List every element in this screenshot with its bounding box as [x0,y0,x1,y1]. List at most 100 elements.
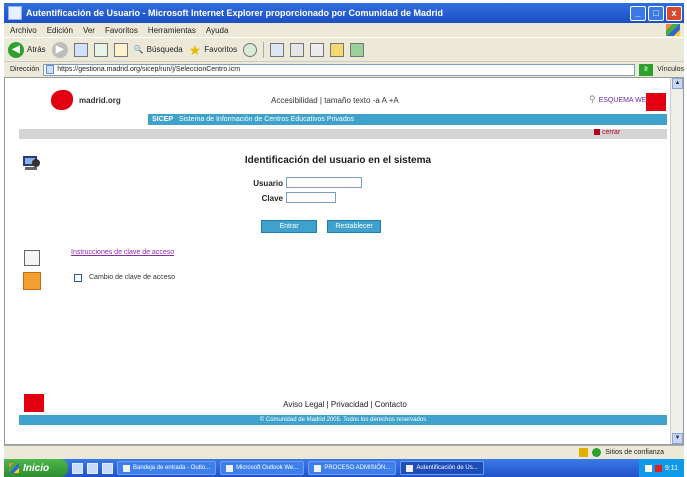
task-label: Microsoft Outlook We... [236,465,299,471]
quicklaunch-desktop-icon[interactable] [87,462,98,474]
user-label: Usuario [253,179,283,188]
menu-herramientas[interactable]: Herramientas [148,26,196,35]
task-outlook-web[interactable]: Microsoft Outlook We... [220,461,305,475]
change-password-checkbox[interactable] [74,274,82,282]
scroll-down-icon[interactable]: ▼ [672,433,683,444]
task-proceso[interactable]: PROCESO ADMISIÓN... [308,461,397,475]
user-input[interactable] [286,177,362,188]
window-title-bar: Autentificación de Usuario - Microsoft I… [4,3,684,23]
url-text: https://gestiona.madrid.org/sicep/run/j/… [57,66,241,73]
task-autentificacion[interactable]: Autentificación de Us... [400,461,484,475]
instructions-icon [24,250,40,266]
start-button[interactable]: Inicio [4,459,68,477]
refresh-icon[interactable] [93,42,108,57]
close-button[interactable]: x [666,5,682,21]
ie-icon [226,464,234,472]
address-bar: Dirección https://gestiona.madrid.org/si… [4,61,684,77]
app-banner: SICEP Sistema de Información de Centros … [148,114,667,125]
footer-links[interactable]: Aviso Legal | Privacidad | Contacto [5,400,685,409]
stop-icon[interactable] [73,42,88,57]
favorites-button[interactable]: ★ Favoritos [189,43,237,57]
enter-button[interactable]: Entrar [261,220,317,233]
task-label: Autentificación de Us... [416,465,478,471]
favorites-label: Favoritos [204,45,238,54]
start-label: Inicio [23,462,50,474]
zone-label: Sitios de confianza [605,449,664,456]
toolbar-separator [263,41,265,58]
go-button[interactable]: Ir [639,63,654,76]
links-label[interactable]: Vínculos [657,66,684,73]
menu-favoritos[interactable]: Favoritos [105,26,138,35]
banner-text: Sistema de Información de Centros Educat… [179,116,355,123]
nav-strip [19,129,667,139]
taskbar: Inicio Bandeja de entrada - Outlo... Mic… [4,459,684,477]
back-label: Atrás [27,45,46,54]
person-icon: ⚲ [589,94,596,104]
task-outlook-inbox[interactable]: Bandeja de entrada - Outlo... [117,461,217,475]
mail-icon[interactable] [270,42,285,57]
home-icon[interactable] [113,42,128,57]
print-icon[interactable] [290,42,305,57]
messenger-icon[interactable] [350,42,365,57]
close-link[interactable]: cerrar [594,129,620,136]
password-input[interactable] [286,192,336,203]
instructions-link[interactable]: Instrucciones de clave de acceso [71,249,174,256]
accessibility-links[interactable]: Accesibilidad | tamaño texto -a A +A [271,96,399,105]
comunidad-logo-icon [646,93,666,111]
menu-edicion[interactable]: Edición [47,26,73,35]
change-password-label[interactable]: Cambio de clave de acceso [89,274,175,281]
tray-icon[interactable] [654,464,662,472]
quicklaunch-outlook-icon[interactable] [102,462,113,474]
menu-ayuda[interactable]: Ayuda [206,26,229,35]
history-icon[interactable] [243,42,258,57]
close-link-label: cerrar [602,129,621,136]
system-tray: 9:11 [638,459,684,477]
menu-ver[interactable]: Ver [83,26,95,35]
menu-bar: Archivo Edición Ver Favoritos Herramient… [4,23,684,37]
quicklaunch-ie-icon[interactable] [72,462,83,474]
close-x-icon [594,129,600,136]
back-button[interactable]: ◀ Atrás [8,41,46,58]
tray-icon[interactable] [644,464,652,472]
help-link[interactable]: ⚲ ESQUEMA WEB [589,94,651,105]
trusted-zone-icon [592,448,602,457]
password-label: Clave [261,194,283,203]
menu-archivo[interactable]: Archivo [10,26,37,35]
edit-icon[interactable] [310,42,325,57]
ie-icon [406,464,414,472]
folder-icon[interactable] [330,42,345,57]
forward-button[interactable]: ▶ [51,41,68,58]
toolbar: ◀ Atrás ▶ 🔍 Búsqueda ★ Favoritos [4,37,684,61]
page-content: ▲ ▼ madrid.org Accesibilidad | tamaño te… [4,77,684,445]
lock-icon [579,448,589,457]
windows-flag-icon [9,463,19,473]
clock[interactable]: 9:11 [665,465,678,472]
maximize-button[interactable]: □ [648,5,664,21]
page-icon [46,65,55,74]
madrid-logo-icon[interactable] [51,90,73,110]
banner-acronym: SICEP [152,116,174,123]
outlook-icon [123,464,130,472]
ie-icon [8,6,22,20]
address-label: Dirección [10,66,40,73]
window-title: Autentificación de Usuario - Microsoft I… [26,8,444,18]
logo-text[interactable]: madrid.org [79,96,121,105]
url-input[interactable]: https://gestiona.madrid.org/sicep/run/j/… [43,63,636,76]
status-bar: Sitios de confianza [4,445,684,459]
vertical-scrollbar[interactable]: ▲ ▼ [670,78,683,444]
search-label: Búsqueda [146,45,183,54]
search-button[interactable]: 🔍 Búsqueda [134,45,183,54]
windows-logo-icon [666,24,680,36]
star-icon: ★ [188,41,202,58]
help-link-label: ESQUEMA WEB [598,97,652,104]
copyright-bar: © Comunidad de Madrid 2005. Todos los de… [19,415,667,425]
login-title: Identificación del usuario en el sistema [244,155,432,166]
scroll-up-icon[interactable]: ▲ [672,78,683,89]
task-label: PROCESO ADMISIÓN... [324,465,391,471]
minimize-button[interactable]: _ [630,5,646,21]
key-icon [23,272,41,290]
search-icon: 🔍 [133,45,144,54]
document-icon [314,464,322,472]
reset-button[interactable]: Restablecer [327,220,381,233]
task-label: Bandeja de entrada - Outlo... [133,465,211,471]
